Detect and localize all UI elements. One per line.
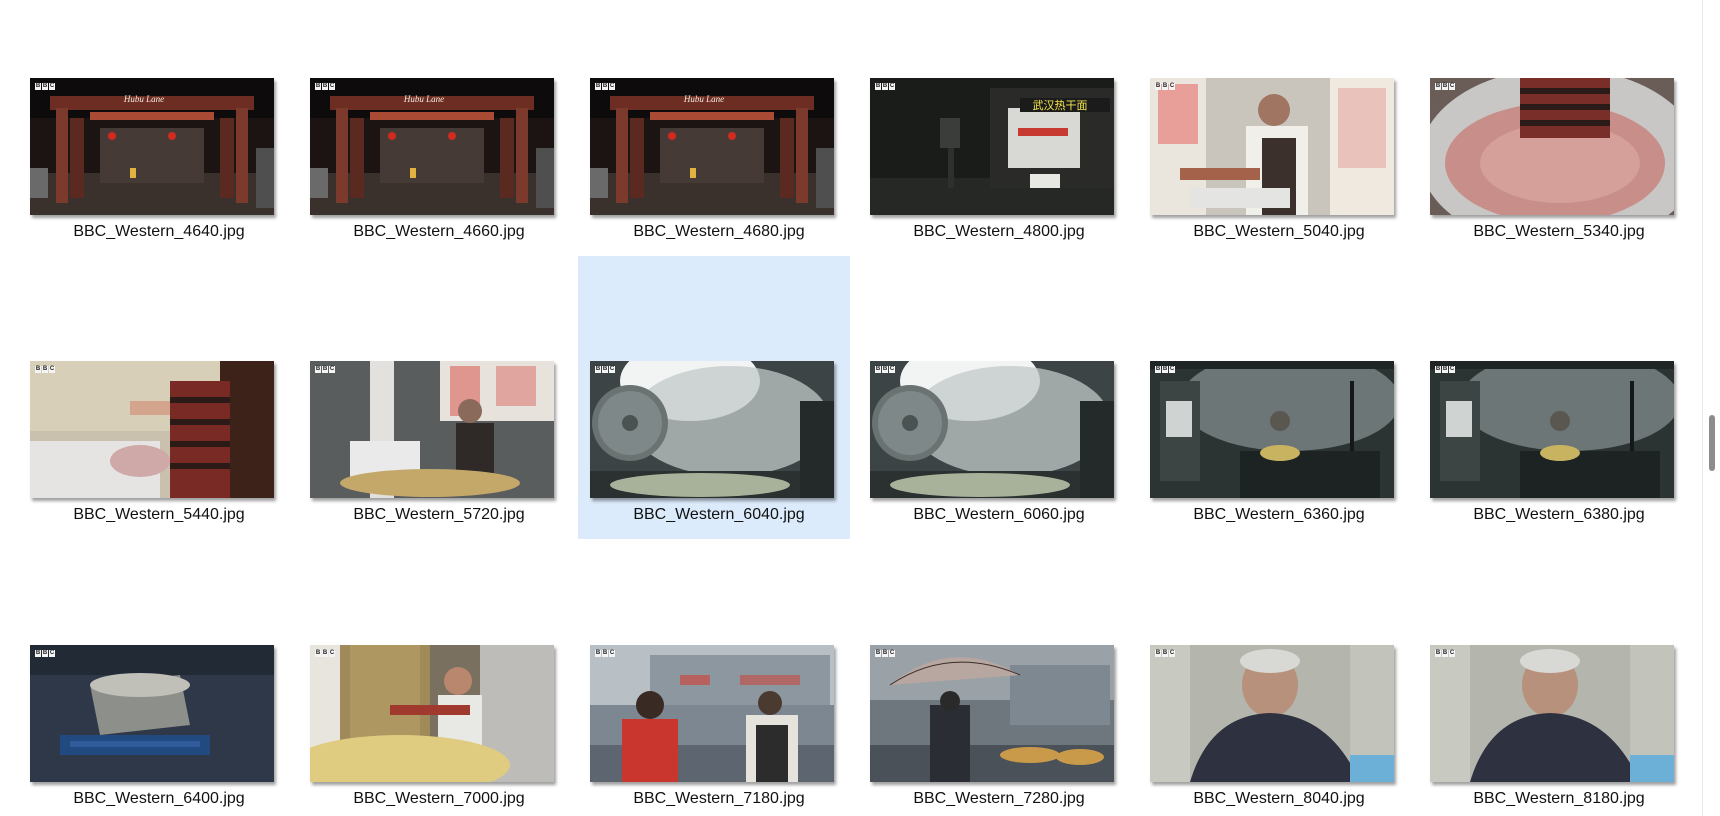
image-thumbnail[interactable]: Hubu Lane B B C: [310, 78, 554, 215]
thumbnail-image: [310, 645, 554, 782]
bbc-logo-icon: BBC: [1155, 83, 1175, 90]
file-item[interactable]: B B C BBC_Western_5440.jpg: [18, 256, 290, 539]
file-name-label[interactable]: BBC_Western_4660.jpg: [298, 221, 580, 243]
bbc-logo-icon: BBC: [35, 366, 55, 373]
image-thumbnail[interactable]: BBC: [310, 645, 554, 782]
file-item[interactable]: B B C BBC_Western_6380.jpg: [1418, 256, 1690, 539]
file-name-label[interactable]: BBC_Western_5040.jpg: [1138, 221, 1420, 243]
file-name-label[interactable]: BBC_Western_4800.jpg: [858, 221, 1140, 243]
file-name-label[interactable]: BBC_Western_7280.jpg: [858, 788, 1140, 810]
bbc-logo-icon: BBC: [595, 650, 615, 657]
thumbnail-image: [590, 645, 834, 782]
file-name-label[interactable]: BBC_Western_6400.jpg: [18, 788, 300, 810]
bbc-logo-icon: BBC: [595, 83, 615, 90]
scrollbar-thumb[interactable]: [1709, 415, 1715, 471]
file-item[interactable]: Hubu Lane B B C BBC_Western_4660.jpg: [298, 0, 570, 256]
file-name-label[interactable]: BBC_Western_5720.jpg: [298, 504, 580, 526]
thumbnail-image: Hubu Lane: [310, 78, 554, 215]
file-item[interactable]: Hubu Lane B B C BBC_Western_4640.jpg: [18, 0, 290, 256]
file-name-label[interactable]: BBC_Western_6060.jpg: [858, 504, 1140, 526]
file-name-label[interactable]: BBC_Western_7180.jpg: [578, 788, 860, 810]
file-item[interactable]: B B C BBC_Western_6400.jpg: [18, 540, 290, 816]
bbc-logo-icon: BBC: [315, 650, 335, 657]
image-thumbnail[interactable]: BBC: [1430, 361, 1674, 498]
image-thumbnail[interactable]: BBC: [1150, 645, 1394, 782]
file-name-label[interactable]: BBC_Western_5440.jpg: [18, 504, 300, 526]
file-item[interactable]: B B C BBC_Western_7000.jpg: [298, 540, 570, 816]
file-item[interactable]: B B C BBC_Western_5340.jpg: [1418, 0, 1690, 256]
image-thumbnail[interactable]: BBC: [30, 361, 274, 498]
file-name-label[interactable]: BBC_Western_6360.jpg: [1138, 504, 1420, 526]
file-name-label[interactable]: BBC_Western_4640.jpg: [18, 221, 300, 243]
file-item[interactable]: B B C BBC_Western_7180.jpg: [578, 540, 850, 816]
vertical-scrollbar[interactable]: [1702, 0, 1720, 816]
image-thumbnail[interactable]: BBC: [870, 361, 1114, 498]
thumbnail-image: [870, 645, 1114, 782]
file-item[interactable]: B B C BBC_Western_6360.jpg: [1138, 256, 1410, 539]
image-thumbnail[interactable]: BBC: [590, 645, 834, 782]
bbc-logo-icon: BBC: [875, 650, 895, 657]
image-thumbnail[interactable]: BBC: [1430, 645, 1674, 782]
thumbnail-image: Hubu Lane: [590, 78, 834, 215]
thumbnail-image: [870, 361, 1114, 498]
file-item[interactable]: B B C BBC_Western_8180.jpg: [1418, 540, 1690, 816]
gate-sign-text: Hubu Lane: [683, 94, 724, 104]
file-name-label[interactable]: BBC_Western_8180.jpg: [1418, 788, 1700, 810]
bbc-logo-icon: BBC: [1155, 650, 1175, 657]
image-thumbnail[interactable]: BBC: [1150, 78, 1394, 215]
image-thumbnail[interactable]: Hubu Lane B B C: [30, 78, 274, 215]
thumbnail-image: [30, 361, 274, 498]
thumbnail-grid: Hubu Lane B B C BBC_Western_4640.jpg Hubu La…: [0, 0, 1702, 816]
gate-sign-text: Hubu Lane: [403, 94, 444, 104]
bbc-logo-icon: BBC: [875, 366, 895, 373]
bbc-logo-icon: BBC: [595, 366, 615, 373]
bbc-logo-icon: BBC: [1435, 366, 1455, 373]
file-name-label[interactable]: BBC_Western_7000.jpg: [298, 788, 580, 810]
file-item[interactable]: B B C BBC_Western_7280.jpg: [858, 540, 1130, 816]
image-thumbnail[interactable]: BBC: [30, 645, 274, 782]
thumbnail-image: [1150, 78, 1394, 215]
thumbnail-image: 武汉热干面: [870, 78, 1114, 215]
file-item[interactable]: B B C BBC_Western_8040.jpg: [1138, 540, 1410, 816]
thumbnail-image: [30, 645, 274, 782]
file-explorer-content: Hubu Lane B B C BBC_Western_4640.jpg Hubu La…: [0, 0, 1702, 816]
bbc-logo-icon: BBC: [1435, 83, 1455, 90]
shop-sign-text: 武汉热干面: [1033, 99, 1088, 112]
image-thumbnail[interactable]: BBC: [590, 361, 834, 498]
file-item[interactable]: B B C BBC_Western_5720.jpg: [298, 256, 570, 539]
file-item[interactable]: B B C BBC_Western_6040.jpg: [578, 256, 850, 539]
bbc-logo-icon: BBC: [315, 366, 335, 373]
image-thumbnail[interactable]: BBC: [1150, 361, 1394, 498]
thumbnail-image: [1430, 645, 1674, 782]
image-thumbnail[interactable]: BBC: [1430, 78, 1674, 215]
thumbnail-image: [1150, 645, 1394, 782]
file-item[interactable]: B B C BBC_Western_5040.jpg: [1138, 0, 1410, 256]
thumbnail-image: Hubu Lane: [30, 78, 274, 215]
thumbnail-image: [310, 361, 554, 498]
image-thumbnail[interactable]: BBC: [870, 645, 1114, 782]
file-item[interactable]: Hubu Lane B B C BBC_Western_4680.jpg: [578, 0, 850, 256]
gate-sign-text: Hubu Lane: [123, 94, 164, 104]
bbc-logo-icon: BBC: [1155, 366, 1175, 373]
file-item[interactable]: B B C BBC_Western_6060.jpg: [858, 256, 1130, 539]
bbc-logo-icon: BBC: [35, 650, 55, 657]
file-item[interactable]: 武汉热干面 B B C BBC_Western_4800.jpg: [858, 0, 1130, 256]
bbc-logo-icon: BBC: [315, 83, 335, 90]
file-name-label[interactable]: BBC_Western_5340.jpg: [1418, 221, 1700, 243]
image-thumbnail[interactable]: BBC: [310, 361, 554, 498]
bbc-logo-icon: BBC: [875, 83, 895, 90]
file-name-label[interactable]: BBC_Western_6040.jpg: [578, 504, 860, 526]
thumbnail-image: [1430, 361, 1674, 498]
bbc-logo-icon: BBC: [1435, 650, 1455, 657]
bbc-logo-icon: BBC: [35, 83, 55, 90]
thumbnail-image: [1430, 78, 1674, 215]
image-thumbnail[interactable]: 武汉热干面 BBC: [870, 78, 1114, 215]
thumbnail-image: [590, 361, 834, 498]
image-thumbnail[interactable]: Hubu Lane B B C: [590, 78, 834, 215]
thumbnail-image: [1150, 361, 1394, 498]
file-name-label[interactable]: BBC_Western_6380.jpg: [1418, 504, 1700, 526]
file-name-label[interactable]: BBC_Western_8040.jpg: [1138, 788, 1420, 810]
file-name-label[interactable]: BBC_Western_4680.jpg: [578, 221, 860, 243]
